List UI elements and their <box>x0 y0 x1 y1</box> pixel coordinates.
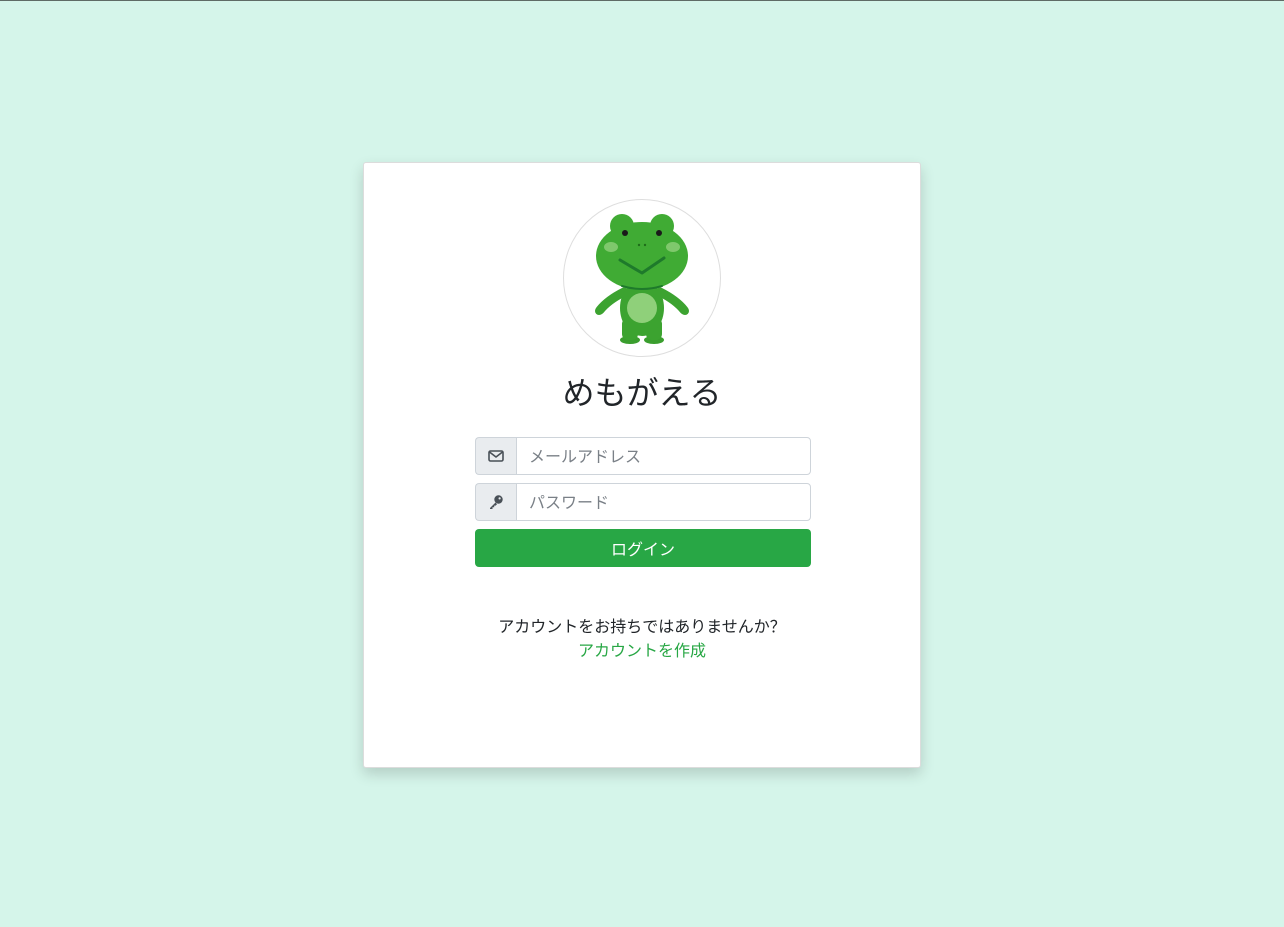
signup-section: アカウントをお持ちではありませんか？ アカウントを作成 <box>364 615 920 663</box>
app-title: めもがえる <box>562 374 722 412</box>
create-account-link[interactable]: アカウントを作成 <box>578 639 706 663</box>
login-card: めもがえる ログイン アカウントをお持ちではありませ <box>363 162 921 768</box>
login-button[interactable]: ログイン <box>475 529 811 567</box>
signup-prompt: アカウントをお持ちではありませんか？ <box>498 617 786 636</box>
envelope-icon <box>475 437 516 475</box>
password-field[interactable] <box>516 483 811 521</box>
key-icon <box>475 483 516 521</box>
login-form: ログイン <box>475 437 811 567</box>
password-input-group <box>475 483 811 521</box>
frog-logo <box>563 199 721 357</box>
email-field[interactable] <box>516 437 811 475</box>
frog-mascot-image <box>595 214 689 344</box>
window-top-border <box>0 0 1284 1</box>
email-input-group <box>475 437 811 475</box>
